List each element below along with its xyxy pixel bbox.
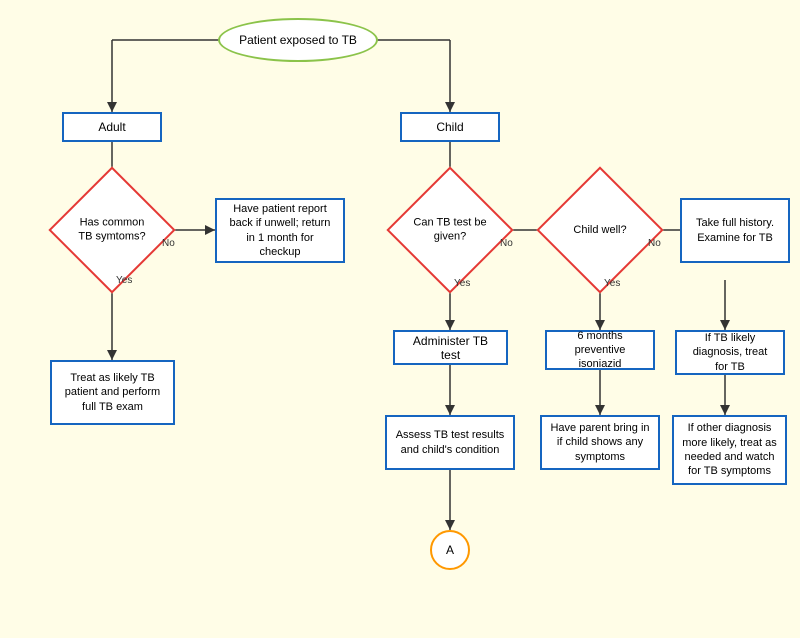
child-node: Child	[400, 112, 500, 142]
can-tb-test-wrapper: Can TB test be given?	[405, 185, 495, 275]
can-tb-test-label: Can TB test be given?	[410, 216, 490, 245]
adult-node: Adult	[62, 112, 162, 142]
have-patient-report-label: Have patient report back if unwell; retu…	[225, 202, 335, 259]
has-symptoms-label: Has common TB symtoms?	[72, 216, 152, 245]
if-tb-likely-label: If TB likely diagnosis, treat for TB	[685, 331, 775, 374]
child-well-label: Child well?	[560, 223, 640, 237]
administer-tb-label: Administer TB test	[403, 334, 498, 362]
six-months-node: 6 months preventive isoniazid	[545, 330, 655, 370]
treat-likely-node: Treat as likely TB patient and perform f…	[50, 360, 175, 425]
if-tb-likely-node: If TB likely diagnosis, treat for TB	[675, 330, 785, 375]
yes-label-1: Yes	[116, 275, 132, 286]
have-parent-node: Have parent bring in if child shows any …	[540, 415, 660, 470]
adult-label: Adult	[98, 120, 125, 134]
start-label: Patient exposed to TB	[239, 33, 357, 47]
no-label-2: No	[500, 238, 513, 249]
circle-a-label: A	[446, 543, 454, 557]
take-full-history-label: Take full history. Examine for TB	[690, 216, 780, 245]
administer-tb-node: Administer TB test	[393, 330, 508, 365]
can-tb-test-diamond: Can TB test be given?	[386, 166, 513, 293]
start-node: Patient exposed to TB	[218, 18, 378, 62]
connector-a-node: A	[430, 530, 470, 570]
assess-tb-node: Assess TB test results and child's condi…	[385, 415, 515, 470]
have-patient-report-node: Have patient report back if unwell; retu…	[215, 198, 345, 263]
have-parent-label: Have parent bring in if child shows any …	[550, 421, 650, 464]
child-well-wrapper: Child well?	[555, 185, 645, 275]
no-label-3: No	[648, 238, 661, 249]
assess-tb-label: Assess TB test results and child's condi…	[395, 428, 505, 457]
no-label-1: No	[162, 238, 175, 249]
yes-label-2: Yes	[454, 278, 470, 289]
child-label: Child	[436, 120, 463, 134]
take-full-history-node: Take full history. Examine for TB	[680, 198, 790, 263]
treat-likely-label: Treat as likely TB patient and perform f…	[60, 371, 165, 414]
child-well-diamond: Child well?	[536, 166, 663, 293]
six-months-label: 6 months preventive isoniazid	[555, 329, 645, 372]
flowchart: Patient exposed to TB Adult Child Has co…	[0, 0, 800, 638]
if-other-node: If other diagnosis more likely, treat as…	[672, 415, 787, 485]
arrows-layer	[0, 0, 800, 638]
circle-a: A	[430, 530, 470, 570]
yes-label-3: Yes	[604, 278, 620, 289]
if-other-label: If other diagnosis more likely, treat as…	[682, 421, 777, 478]
has-symptoms-wrapper: Has common TB symtoms?	[67, 185, 157, 275]
has-symptoms-diamond: Has common TB symtoms?	[48, 166, 175, 293]
